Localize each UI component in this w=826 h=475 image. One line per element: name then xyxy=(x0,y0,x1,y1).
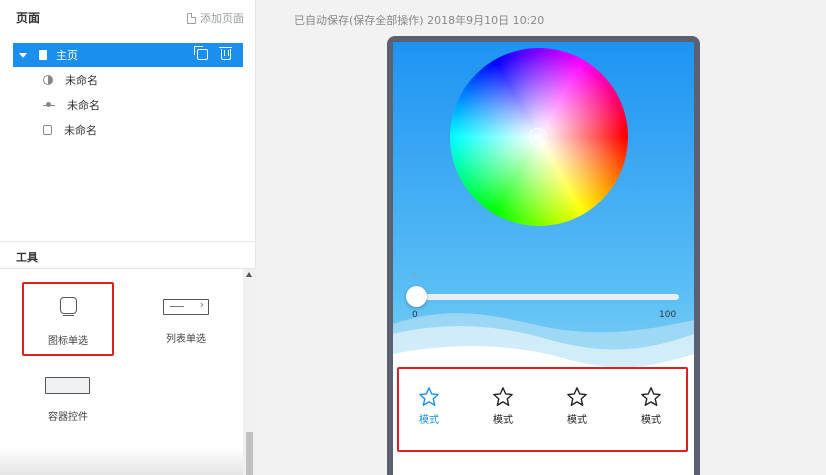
mode-label: 模式 xyxy=(493,415,513,426)
mode-option[interactable]: 模式 xyxy=(621,386,681,426)
star-icon xyxy=(419,387,439,406)
tool-container[interactable]: 容器控件 xyxy=(22,366,114,426)
pages-header: 页面 添加页面 xyxy=(0,0,256,34)
scroll-up-arrow-icon[interactable] xyxy=(246,272,252,277)
pages-title: 页面 xyxy=(16,11,41,25)
autosave-status: 已自动保存(保存全部操作) 2018年9月10日 10:20 xyxy=(294,14,545,27)
tree-item-label: 未命名 xyxy=(65,74,98,87)
mode-option[interactable]: 模式 xyxy=(473,386,533,426)
mode-selector: 模式 模式 模式 模式 xyxy=(397,367,688,452)
trash-icon[interactable] xyxy=(219,47,232,60)
left-panel: 页面 添加页面 主页 未命名 未命名 未命名 工具 图标单选 列表单选 xyxy=(0,0,256,475)
caret-down-icon[interactable] xyxy=(19,52,27,58)
page-icon xyxy=(39,50,47,60)
star-icon xyxy=(493,387,513,406)
slider-icon xyxy=(43,100,55,110)
add-page-button[interactable]: 添加页面 xyxy=(187,10,244,26)
color-wheel-cursor[interactable] xyxy=(529,128,547,146)
tool-list-radio[interactable]: 列表单选 xyxy=(130,284,242,354)
box-icon xyxy=(43,125,52,135)
list-row-icon xyxy=(163,298,209,315)
phone-preview: 0 0 100 模式 模式 模式 模式 xyxy=(387,36,700,475)
mode-label: 模式 xyxy=(641,415,661,426)
star-icon xyxy=(641,387,661,406)
tree-item-label: 未命名 xyxy=(67,99,100,112)
mode-option[interactable]: 模式 xyxy=(399,386,459,426)
phone-screen: 0 0 100 模式 模式 模式 模式 xyxy=(393,42,694,475)
tree-item-main-page[interactable]: 主页 xyxy=(13,43,243,67)
scroll-thumb[interactable] xyxy=(246,432,253,475)
tool-label: 列表单选 xyxy=(166,334,206,345)
mode-option[interactable]: 模式 xyxy=(547,386,607,426)
slider-current-value: 0 xyxy=(412,271,418,280)
tree-item-child[interactable]: 未命名 xyxy=(43,120,97,140)
wave-decoration xyxy=(393,313,694,374)
tools-scrollbar[interactable] xyxy=(243,269,256,475)
mode-label: 模式 xyxy=(567,415,587,426)
copy-icon[interactable] xyxy=(194,46,208,60)
tree-item-label: 主页 xyxy=(56,49,78,62)
tree-item-label: 未命名 xyxy=(64,124,97,137)
mode-label: 模式 xyxy=(419,415,439,426)
tools-header: 工具 xyxy=(0,241,256,269)
star-icon xyxy=(567,387,587,406)
tool-label: 图标单选 xyxy=(48,336,88,347)
add-document-icon xyxy=(187,12,196,24)
rounded-square-icon xyxy=(60,297,77,316)
tree-item-child[interactable]: 未命名 xyxy=(43,95,100,115)
tools-fade xyxy=(0,447,243,475)
add-page-label: 添加页面 xyxy=(200,12,244,25)
container-rect-icon xyxy=(45,377,90,394)
tool-icon-radio[interactable]: 图标单选 xyxy=(22,282,114,356)
brightness-slider-track[interactable] xyxy=(413,294,679,300)
tools-title: 工具 xyxy=(16,251,38,264)
tool-label: 容器控件 xyxy=(48,412,88,423)
half-circle-icon xyxy=(43,75,53,85)
tree-item-child[interactable]: 未命名 xyxy=(43,70,98,90)
